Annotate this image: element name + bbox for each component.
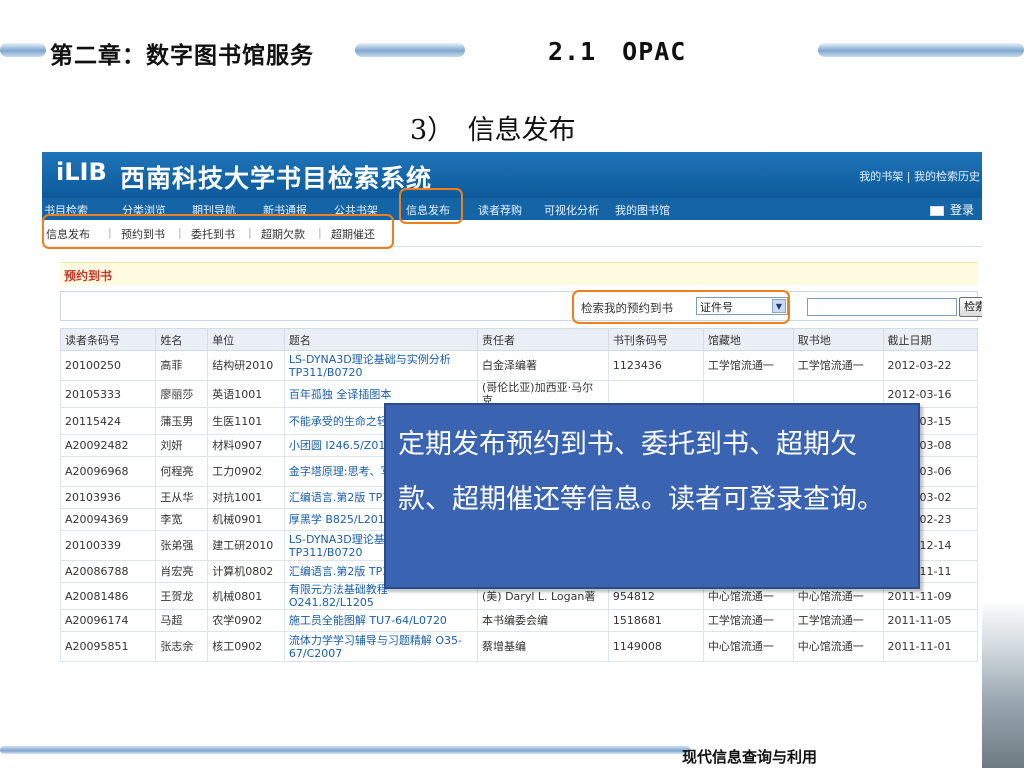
- title-swoosh-left: [0, 43, 46, 57]
- nav-item-visual-analysis[interactable]: 可视化分析: [544, 202, 599, 218]
- section-heading: 2.1 OPAC: [548, 37, 687, 66]
- table-cell: A20096968: [59, 456, 157, 487]
- column-header: 取书地: [792, 328, 884, 351]
- table-cell: A20081486: [59, 582, 157, 610]
- top-links[interactable]: 我的书架 | 我的检索历史: [859, 168, 980, 184]
- column-header: 读者条码号: [59, 328, 157, 351]
- table-cell: 20100250: [59, 350, 157, 381]
- table-header-row: 读者条码号 姓名 单位 题名 责任者 书刊条码号 馆藏地 取书地 截止日期: [59, 328, 979, 351]
- table-cell: 结构研2010: [207, 350, 285, 381]
- table-cell: A20092482: [59, 434, 157, 457]
- title-swoosh-mid: [355, 43, 465, 57]
- table-cell: 张志余: [155, 631, 209, 662]
- slide-subtitle: 3） 信息发布: [410, 115, 576, 146]
- table-cell: 何程亮: [155, 456, 209, 487]
- book-title-link[interactable]: 流体力学学习辅导与习题精解 O35-67/C2007: [283, 631, 479, 662]
- title-swoosh-right: [818, 43, 1024, 57]
- table-cell: 材料0907: [207, 434, 285, 457]
- table-cell: 20100339: [59, 530, 157, 561]
- table-cell: 张弟强: [155, 530, 209, 561]
- search-button[interactable]: 检索: [959, 297, 982, 317]
- column-header: 书刊条码号: [607, 328, 704, 351]
- table-cell: 1149008: [607, 631, 704, 662]
- table-cell: 工学馆流通一: [792, 609, 884, 632]
- table-cell: 生医1101: [207, 407, 285, 435]
- column-header: 单位: [207, 328, 285, 351]
- column-header: 姓名: [155, 328, 209, 351]
- table-cell: 工学馆流通一: [702, 609, 794, 632]
- table-cell: 核工0902: [207, 631, 285, 662]
- table-cell: 2011-11-05: [882, 609, 979, 632]
- callout-note: 定期发布预约到书、委托到书、超期欠款、超期催还等信息。读者可登录查询。: [384, 403, 920, 589]
- table-cell: 工力0902: [207, 456, 285, 487]
- table-cell: 2012-03-22: [882, 350, 979, 381]
- table-cell: A20096174: [59, 609, 157, 632]
- column-header: 截止日期: [882, 328, 979, 351]
- table-cell: 2011-11-01: [882, 631, 979, 662]
- table-cell: 工学馆流通一: [792, 350, 884, 381]
- site-name: 西南科技大学书目检索系统: [120, 164, 433, 193]
- table-cell: A20086788: [59, 560, 157, 583]
- opac-header: iLIB 西南科技大学书目检索系统 我的书架 | 我的检索历史: [42, 152, 982, 198]
- table-cell: A20095851: [59, 631, 157, 662]
- table-cell: 工学馆流通一: [702, 350, 794, 381]
- book-title-link[interactable]: LS-DYNA3D理论基础与实例分析 TP311/B0720: [283, 350, 479, 381]
- table-row[interactable]: A20096174 马超 农学0902 施工员全能图解 TU7-64/L0720 本书编…: [59, 609, 979, 632]
- table-cell: 白金泽编著: [477, 350, 609, 381]
- highlight-search-label: [572, 290, 790, 324]
- table-cell: 机械0801: [207, 582, 285, 610]
- nav-item-reader-recommend[interactable]: 读者荐购: [478, 202, 522, 218]
- search-input[interactable]: [807, 298, 957, 316]
- table-row[interactable]: 20100250 高菲 结构研2010 LS-DYNA3D理论基础与实例分析 TP31…: [59, 350, 979, 381]
- table-cell: 1518681: [607, 609, 704, 632]
- login-icon: [929, 205, 944, 216]
- table-cell: 20105333: [59, 380, 157, 408]
- table-cell: 中心馆流通一: [702, 631, 794, 662]
- table-cell: 高菲: [155, 350, 209, 381]
- panel-title: 预约到书: [60, 262, 978, 285]
- table-cell: 刘妍: [155, 434, 209, 457]
- table-cell: 本书编委会编: [477, 609, 609, 632]
- highlight-info-publish-tab: [399, 188, 463, 224]
- campus-building-image: [982, 600, 1024, 768]
- table-cell: 王从华: [155, 486, 209, 509]
- table-cell: A20094369: [59, 508, 157, 531]
- chapter-title: 第二章：数字图书馆服务: [50, 43, 314, 69]
- table-cell: 王贺龙: [155, 582, 209, 610]
- nav-item-my-library[interactable]: 我的图书馆: [615, 202, 670, 218]
- column-header: 馆藏地: [702, 328, 794, 351]
- table-cell: 20115424: [59, 407, 157, 435]
- table-cell: 蒲玉男: [155, 407, 209, 435]
- table-cell: 蔡增基编: [477, 631, 609, 662]
- table-row[interactable]: A20095851 张志余 核工0902 流体力学学习辅导与习题精解 O35-67/C…: [59, 631, 979, 662]
- table-cell: 计算机0802: [207, 560, 285, 583]
- table-cell: 中心馆流通一: [792, 631, 884, 662]
- column-header: 责任者: [477, 328, 609, 351]
- ilib-logo: iLIB: [56, 158, 107, 186]
- book-title-link[interactable]: 施工员全能图解 TU7-64/L0720: [283, 609, 479, 632]
- footer-text: 现代信息查询与利用: [682, 748, 818, 766]
- table-cell: 廖丽莎: [155, 380, 209, 408]
- table-cell: 20103936: [59, 486, 157, 509]
- column-header: 题名: [283, 328, 479, 351]
- table-cell: 马超: [155, 609, 209, 632]
- table-cell: 机械0901: [207, 508, 285, 531]
- table-cell: 建工研2010: [207, 530, 285, 561]
- table-cell: 肖宏亮: [155, 560, 209, 583]
- table-cell: 李宽: [155, 508, 209, 531]
- table-cell: 英语1001: [207, 380, 285, 408]
- reservation-search-bar: 检索我的预约到书 证件号 ▼ 检索: [60, 291, 982, 321]
- login-link[interactable]: 登录: [929, 201, 974, 218]
- table-cell: 对抗1001: [207, 486, 285, 509]
- highlight-sub-nav: [42, 214, 394, 249]
- footer-swoosh: [0, 746, 690, 754]
- table-cell: 农学0902: [207, 609, 285, 632]
- table-cell: 1123436: [607, 350, 704, 381]
